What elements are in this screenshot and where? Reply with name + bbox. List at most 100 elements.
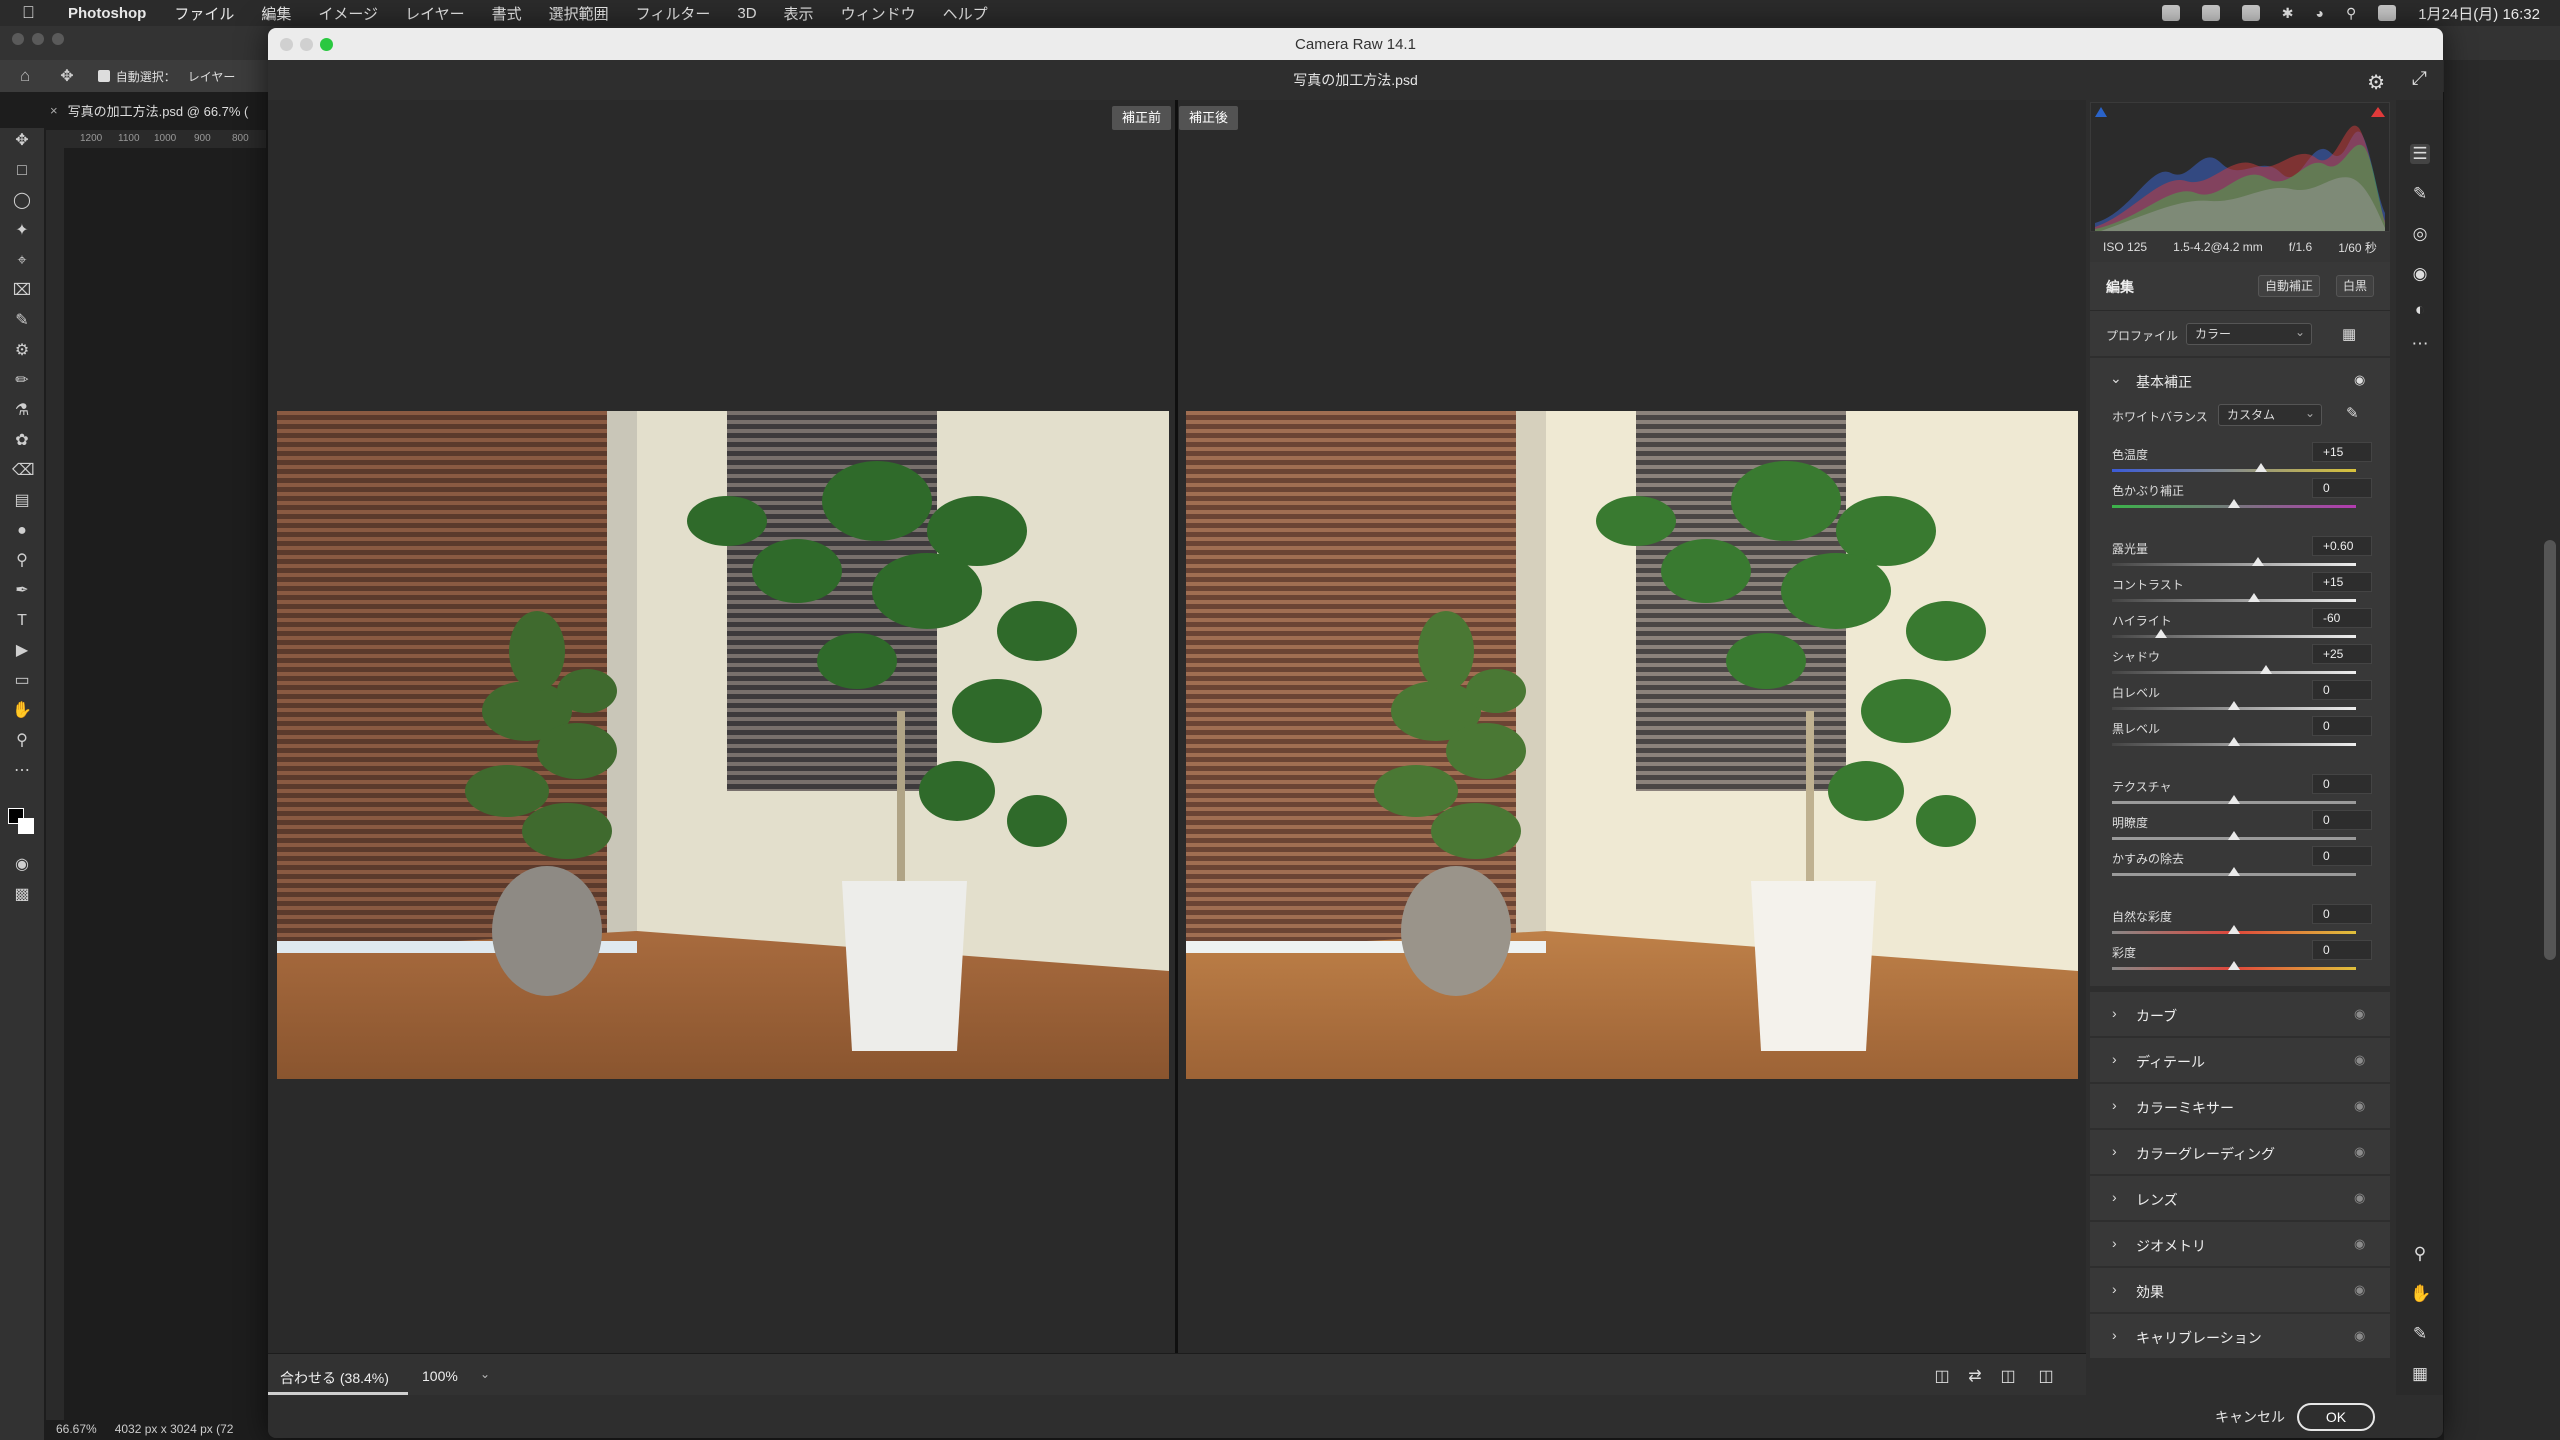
zoom-icon[interactable]: ⚲ [2410,1244,2430,1264]
home-icon[interactable]: ⌂ [20,66,30,86]
sampler-icon[interactable]: ✎ [2410,1324,2430,1344]
edit-sliders-icon[interactable]: ☰ [2410,144,2430,164]
chevron-right-icon[interactable]: › [2112,1189,2117,1205]
copy-settings-icon[interactable]: ◫ [1998,1366,2018,1385]
healing-brush-icon[interactable]: ⚙ [12,342,32,360]
section-title[interactable]: カラーグレーディング [2136,1144,2275,1164]
slider-highlights[interactable]: ハイライト -60 [2090,608,2390,646]
more-tools-icon[interactable]: ⋯ [12,762,32,780]
slider-thumb[interactable] [2228,961,2240,970]
dodge-tool-icon[interactable]: ⚲ [12,552,32,570]
eye-icon[interactable]: ◉ [2354,1236,2365,1252]
clock[interactable]: 1月24日(月) 16:32 [2418,3,2540,24]
app-name[interactable]: Photoshop [68,5,146,22]
eye-icon[interactable]: ◉ [2354,1144,2365,1160]
white-balance-select[interactable]: カスタム [2218,403,2322,426]
screen-mode-icon[interactable]: ▩ [12,886,32,904]
eye-icon[interactable]: ◉ [2354,1098,2365,1114]
zoom-tool-icon[interactable]: ⚲ [12,732,32,750]
window-minimize-dot[interactable] [300,38,313,51]
window-zoom-dot[interactable] [320,38,333,51]
ps-close-dot[interactable] [12,33,24,45]
slider-thumb[interactable] [2228,925,2240,934]
menu-help[interactable]: ヘルプ [943,3,988,24]
chevron-right-icon[interactable]: › [2112,1281,2117,1297]
lasso-tool-icon[interactable]: ◯ [12,192,32,210]
ps-right-scrollbar[interactable] [2544,540,2556,960]
slider-thumb[interactable] [2252,557,2265,566]
creative-cloud-icon[interactable] [2161,5,2180,21]
slider-thumb[interactable] [2228,867,2240,876]
brush-tool-icon[interactable]: ✏ [12,372,32,390]
slider-whites[interactable]: 白レベル 0 [2090,680,2390,718]
crop-tool-icon[interactable]: ⌖ [12,252,32,270]
eye-icon[interactable]: ◉ [2354,1006,2365,1022]
section-title[interactable]: 効果 [2136,1282,2164,1302]
menu-file[interactable]: ファイル [174,3,234,24]
ok-button[interactable]: OK [2297,1403,2375,1431]
slider-value-input[interactable]: 0 [2312,904,2372,924]
red-eye-icon[interactable]: ◉ [2410,264,2430,284]
menu-window[interactable]: ウィンドウ [841,3,916,24]
type-tool-icon[interactable]: T [12,612,32,630]
presets-icon[interactable]: ◐ [2410,300,2430,320]
slider-value-input[interactable]: 0 [2312,810,2372,830]
zoom-100-button[interactable]: 100% [422,1368,458,1384]
slider-thumb[interactable] [2228,831,2240,840]
cycle-before-after-icon[interactable]: ◫ [1932,1366,1952,1385]
zoom-dropdown-icon[interactable]: ⌄ [480,1367,490,1381]
slider-tint[interactable]: 色かぶり補正 0 [2090,478,2390,516]
eye-icon[interactable]: ◉ [2354,1282,2365,1298]
slider-value-input[interactable]: +25 [2312,644,2372,664]
slider-track[interactable] [2112,635,2356,638]
section-color-mixer[interactable]: › カラーミキサー ◉ [2090,1084,2390,1128]
profile-select[interactable]: カラー [2186,322,2312,345]
slider-value-input[interactable]: +15 [2312,442,2372,462]
profile-browser-icon[interactable]: ▦ [2342,325,2356,343]
menu-type[interactable]: 書式 [492,3,522,24]
move-tool-icon[interactable]: ✥ [12,132,32,150]
auto-select-target[interactable]: レイヤー [188,68,236,85]
healing-icon[interactable]: ✎ [2410,184,2430,204]
eyedropper-icon[interactable]: ✎ [12,312,32,330]
section-title[interactable]: レンズ [2136,1190,2178,1210]
quick-mask-icon[interactable]: ◉ [12,856,32,874]
chevron-down-icon[interactable]: ⌄ [2110,370,2122,387]
shape-tool-icon[interactable]: ▭ [12,672,32,690]
menu-3d[interactable]: 3D [737,5,756,22]
menu-layer[interactable]: レイヤー [405,3,465,24]
section-detail[interactable]: › ディテール ◉ [2090,1038,2390,1082]
slider-track[interactable] [2112,599,2356,602]
eye-icon[interactable]: ◉ [2354,372,2365,388]
background-color-swatch[interactable] [18,818,34,834]
slider-thumb[interactable] [2259,665,2272,674]
eye-icon[interactable]: ◉ [2354,1190,2365,1206]
section-title[interactable]: ディテール [2136,1052,2205,1072]
hand-tool-icon[interactable]: ✋ [12,702,32,720]
section-title[interactable]: キャリブレーション [2136,1328,2262,1348]
hand-icon[interactable]: ✋ [2410,1284,2431,1304]
chevron-right-icon[interactable]: › [2112,1327,2117,1343]
chevron-right-icon[interactable]: › [2112,1051,2117,1067]
magic-wand-icon[interactable]: ✦ [12,222,32,240]
slider-value-input[interactable]: 0 [2312,478,2372,498]
slider-vibrance[interactable]: 自然な彩度 0 [2090,904,2390,942]
slider-track[interactable] [2112,563,2356,566]
eye-icon[interactable]: ◉ [2354,1328,2365,1344]
before-photo[interactable] [277,411,1169,1079]
section-title[interactable]: カラーミキサー [2136,1098,2234,1118]
slider-texture[interactable]: テクスチャ 0 [2090,774,2390,812]
slider-blacks[interactable]: 黒レベル 0 [2090,716,2390,754]
grid-icon[interactable]: ▦ [2410,1364,2430,1384]
section-geometry[interactable]: › ジオメトリ ◉ [2090,1222,2390,1266]
slider-thumb[interactable] [2154,629,2167,638]
toggle-default-icon[interactable]: ◫ [2036,1366,2056,1385]
move-tool-icon[interactable]: ✥ [60,66,73,86]
slider-value-input[interactable]: -60 [2312,608,2372,628]
slider-shadows[interactable]: シャドウ +25 [2090,644,2390,682]
slider-thumb[interactable] [2228,795,2240,804]
eye-icon[interactable]: ◉ [2354,1052,2365,1068]
menu-image[interactable]: イメージ [318,3,378,24]
masking-icon[interactable]: ◎ [2410,224,2430,244]
pen-tool-icon[interactable]: ✒ [12,582,32,600]
